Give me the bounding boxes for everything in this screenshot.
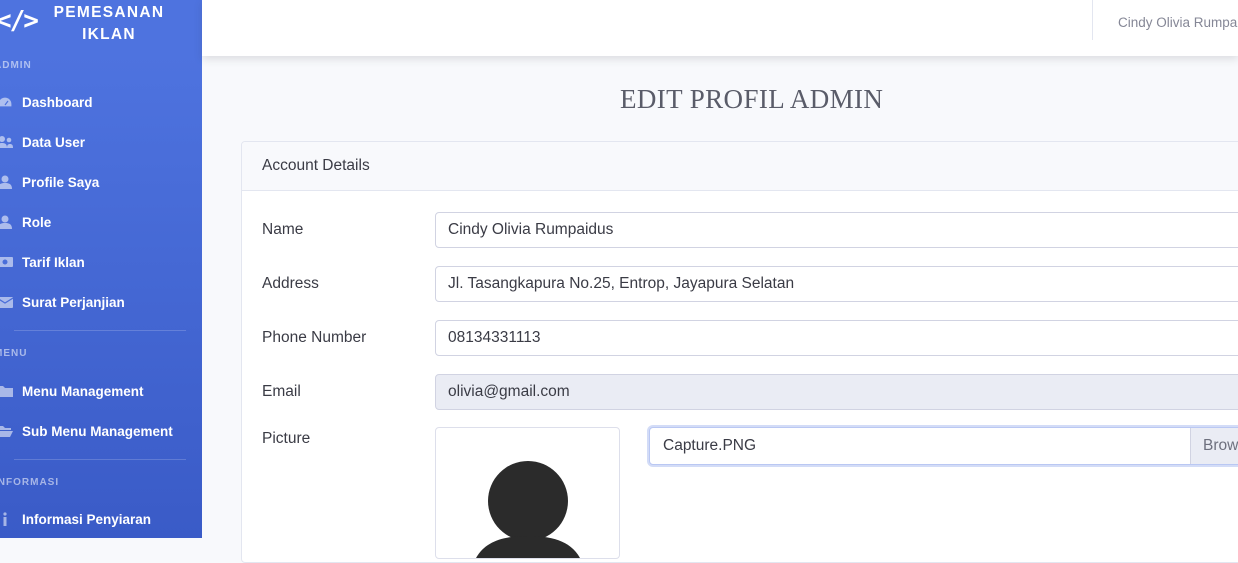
sidebar-item-label: Sub Menu Management [22, 423, 173, 439]
name-input[interactable]: Cindy Olivia Rumpaidus [435, 212, 1238, 248]
browse-button[interactable]: Browse [1190, 428, 1238, 464]
brand-title: PEMESANAN IKLAN [53, 4, 165, 43]
sidebar-item-menu-management[interactable]: Menu Management [0, 371, 202, 411]
sidebar: </> PEMESANAN IKLAN ADMIN Dashboard Data… [0, 0, 202, 538]
sidebar-heading-admin: ADMIN [0, 60, 32, 71]
sidebar-divider [14, 330, 186, 331]
email-input: olivia@gmail.com [435, 374, 1238, 410]
folder-open-icon [0, 424, 13, 438]
sidebar-item-role[interactable]: Role [0, 202, 202, 242]
sidebar-item-label: Data User [22, 134, 86, 150]
sidebar-item-label: Role [22, 214, 52, 230]
name-label: Name [262, 221, 304, 238]
sidebar-item-label: Profile Saya [22, 174, 100, 190]
sidebar-heading-informasi: INFORMASI [0, 477, 60, 488]
sidebar-item-surat-perjanjian[interactable]: Surat Perjanjian [0, 282, 202, 322]
info-icon [0, 512, 13, 526]
sidebar-item-label: Tarif Iklan [22, 254, 85, 270]
profile-picture [435, 427, 620, 559]
avatar-icon [476, 461, 580, 558]
picture-label: Picture [262, 430, 311, 447]
topbar-divider [1092, 0, 1093, 40]
tachometer-icon [0, 95, 13, 109]
file-name: Capture.PNG [663, 437, 757, 454]
sidebar-brand[interactable]: </> PEMESANAN IKLAN [0, 0, 202, 48]
sidebar-item-label: Menu Management [22, 383, 144, 399]
sidebar-item-sub-menu-management[interactable]: Sub Menu Management [0, 411, 202, 451]
user-dropdown[interactable]: Cindy Olivia Rumpaidus [1118, 15, 1238, 30]
card-header: Account Details [242, 142, 1238, 191]
sidebar-heading-menu: MENU [0, 348, 28, 359]
sidebar-item-informasi-penyiaran[interactable]: Informasi Penyiaran [0, 499, 202, 538]
sidebar-divider [14, 459, 186, 460]
user-icon [0, 175, 13, 189]
sidebar-item-data-user[interactable]: Data User [0, 122, 202, 162]
picture-file-input[interactable]: Capture.PNG Browse [649, 427, 1238, 465]
money-icon [0, 255, 13, 269]
code-icon: </> [0, 6, 39, 36]
address-input[interactable]: Jl. Tasangkapura No.25, Entrop, Jayapura… [435, 266, 1238, 302]
topbar: Cindy Olivia Rumpaidus [202, 0, 1238, 56]
envelope-icon [0, 295, 14, 309]
page-title: EDIT PROFIL ADMIN [620, 84, 884, 114]
sidebar-item-label: Informasi Penyiaran [22, 511, 152, 527]
sidebar-item-profile-saya[interactable]: Profile Saya [0, 162, 202, 202]
sidebar-item-label: Dashboard [22, 94, 93, 110]
email-label: Email [262, 383, 301, 400]
phone-label: Phone Number [262, 329, 367, 346]
address-label: Address [262, 275, 319, 292]
sidebar-item-label: Surat Perjanjian [22, 294, 125, 310]
folder-icon [0, 384, 13, 398]
users-icon [0, 135, 13, 149]
sidebar-item-tarif-iklan[interactable]: Tarif Iklan [0, 242, 202, 282]
user-tie-icon [0, 215, 13, 229]
phone-input[interactable]: 08134331113 [435, 320, 1238, 356]
sidebar-item-dashboard[interactable]: Dashboard [0, 82, 202, 122]
